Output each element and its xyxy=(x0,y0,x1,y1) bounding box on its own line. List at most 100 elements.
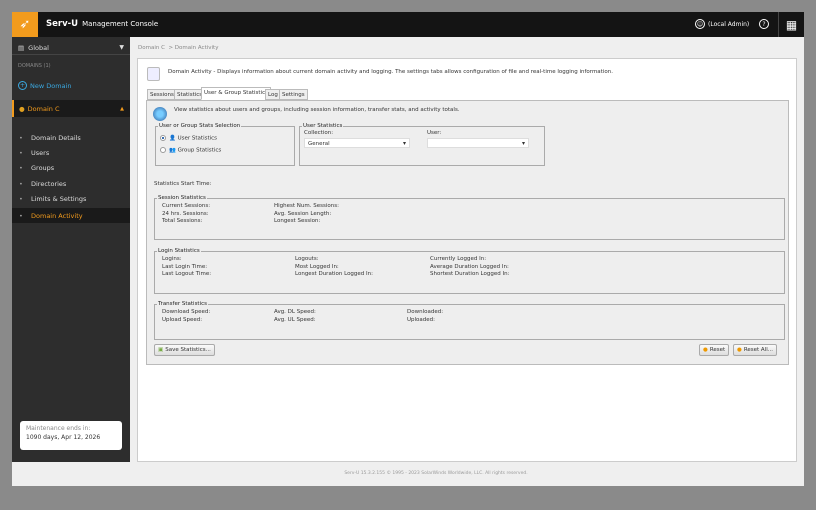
page-description: Domain Activity - Displays information a… xyxy=(168,69,613,75)
domain-c[interactable]: ● Domain C ▲ xyxy=(12,100,130,117)
user-icon: ☺ xyxy=(695,19,705,29)
stat-label: Longest Session: xyxy=(274,218,321,224)
sidebar: ▤ Global ▼ DOMAINS (1) + New Domain ● Domain… xyxy=(12,37,130,462)
content-panel: Domain Activity - Displays information a… xyxy=(137,58,797,462)
sidebar-item-limits[interactable]: Limits & Settings xyxy=(12,195,130,203)
login-stats-group: Login Statistics Logins: Last Login Time:… xyxy=(154,248,785,294)
user-label: User: xyxy=(427,130,442,136)
breadcrumb: Domain C > Domain Activity xyxy=(138,45,218,51)
header: ➶ Serv-U Management Console ☺ (Local Admin… xyxy=(12,12,804,37)
app-title: Serv-U Management Console xyxy=(46,19,158,29)
stat-label: Avg. Session Length: xyxy=(274,210,332,217)
user-stats-label: User Statistics xyxy=(177,135,218,142)
start-time-label: Statistics Start Time: xyxy=(154,181,212,187)
activity-page-icon xyxy=(147,67,160,81)
group-statistics-radio[interactable]: 👥 Group Statistics xyxy=(160,147,221,154)
stat-label: Upload Speed: xyxy=(162,316,203,323)
login-col-3: Currently Logged In: Average Duration Log… xyxy=(430,256,509,279)
stat-label: Longest Duration Logged In: xyxy=(295,271,373,277)
group-icon: 👥 xyxy=(169,147,176,154)
group-stats-label: Group Statistics xyxy=(177,147,222,154)
footer: Serv-U 15.3.2.155 © 1995 - 2023 SolarWin… xyxy=(344,471,528,476)
collection-select[interactable]: General xyxy=(304,138,410,148)
user-select[interactable] xyxy=(427,138,529,148)
domain-label: Domain C xyxy=(27,104,60,113)
tab-settings[interactable]: Settings xyxy=(279,89,308,100)
subtitle: Management Console xyxy=(82,20,159,28)
session-stats-group: Session Statistics Current Sessions: 24 h… xyxy=(154,195,785,240)
transfer-col-2: Avg. DL Speed: Avg. UL Speed: xyxy=(274,309,316,324)
login-col-1: Logins: Last Login Time: Last Logout Time: xyxy=(162,256,211,279)
help-icon[interactable]: ? xyxy=(759,19,769,29)
reset-all-label: Reset All... xyxy=(743,347,773,353)
transfer-col-1: Download Speed: Upload Speed: xyxy=(162,309,210,324)
tab-user-group-statistics[interactable]: User & Group Statistics xyxy=(201,87,271,100)
session-col-2: Highest Num. Sessions: Avg. Session Lengt… xyxy=(274,203,339,226)
users-globe-icon xyxy=(153,107,167,121)
reset-button[interactable]: ● Reset xyxy=(699,344,730,356)
brand: Serv-U xyxy=(46,19,79,29)
stat-label: Currently Logged In: xyxy=(430,256,487,262)
stat-label: Most Logged In: xyxy=(295,263,339,270)
transfer-col-3: Downloaded: Uploaded: xyxy=(407,309,443,324)
maintenance-label: Maintenance ends in: xyxy=(26,425,91,432)
plus-icon: + xyxy=(18,81,27,90)
session-col-1: Current Sessions: 24 hrs. Sessions: Total … xyxy=(162,203,210,226)
new-domain-link[interactable]: + New Domain xyxy=(12,81,130,90)
login-col-2: Logouts: Most Logged In: Longest Duration … xyxy=(295,256,373,279)
stat-label: Last Logout Time: xyxy=(162,271,212,277)
tab-content: View statistics about users and groups, … xyxy=(146,100,789,365)
sidebar-item-groups[interactable]: Groups xyxy=(12,164,130,172)
app-window: ➶ Serv-U Management Console ☺ (Local Admin… xyxy=(12,12,804,486)
stat-label: 24 hrs. Sessions: xyxy=(162,210,209,217)
domains-heading: DOMAINS (1) xyxy=(18,63,51,69)
selection-group: User or Group Stats Selection 👤 User Sta… xyxy=(155,123,295,166)
breadcrumb-parent[interactable]: Domain C xyxy=(138,45,165,51)
stat-label: Highest Num. Sessions: xyxy=(274,203,339,209)
breadcrumb-current: Domain Activity xyxy=(174,45,219,51)
tab-sessions[interactable]: Sessions xyxy=(147,89,177,100)
solarwinds-logo-icon[interactable]: ➶ xyxy=(12,12,38,37)
stat-label: Last Login Time: xyxy=(162,263,208,270)
reset-all-button[interactable]: ● Reset All... xyxy=(733,344,777,356)
selection-legend: User or Group Stats Selection xyxy=(158,123,242,129)
stat-label: Logins: xyxy=(162,256,182,262)
global-label: Global xyxy=(28,43,49,52)
stat-label: Shortest Duration Logged In: xyxy=(430,271,510,277)
user-menu[interactable]: ☺ (Local Admin) xyxy=(695,19,749,29)
sidebar-item-users[interactable]: Users xyxy=(12,149,130,157)
sidebar-item-directories[interactable]: Directories xyxy=(12,180,130,188)
login-legend: Login Statistics xyxy=(157,248,201,254)
stat-label: Total Sessions: xyxy=(162,218,203,224)
maintenance-value: 1090 days, Apr 12, 2026 xyxy=(26,434,101,441)
intro-text: View statistics about users and groups, … xyxy=(174,107,460,113)
collection-label: Collection: xyxy=(304,130,334,136)
radio-checked[interactable] xyxy=(160,135,166,141)
chevron-down-icon: ▼ xyxy=(119,44,124,51)
transfer-legend: Transfer Statistics xyxy=(157,301,209,307)
global-selector[interactable]: ▤ Global ▼ xyxy=(12,41,130,55)
stat-label: Current Sessions: xyxy=(162,203,211,209)
sidebar-item-domain-activity[interactable]: Domain Activity xyxy=(12,208,130,223)
chevron-up-icon: ▲ xyxy=(120,105,124,112)
user-icon: 👤 xyxy=(169,135,176,142)
stat-label: Uploaded: xyxy=(407,316,435,323)
radio-unchecked[interactable] xyxy=(160,147,166,153)
user-statistics-radio[interactable]: 👤 User Statistics xyxy=(160,135,217,142)
new-domain-label: New Domain xyxy=(30,81,72,90)
stat-label: Average Duration Logged In: xyxy=(430,263,509,270)
apps-grid-icon[interactable]: ▦ xyxy=(778,12,804,37)
reset-label: Reset xyxy=(709,347,726,353)
user-name: (Local Admin) xyxy=(708,20,750,28)
save-statistics-button[interactable]: ▣ Save Statistics... xyxy=(154,344,215,356)
server-icon: ▤ xyxy=(18,43,25,52)
stat-label: Avg. DL Speed: xyxy=(274,309,316,315)
transfer-stats-group: Transfer Statistics Download Speed: Uploa… xyxy=(154,301,785,340)
stat-label: Logouts: xyxy=(295,256,319,262)
reset-icon: ● xyxy=(703,347,708,353)
sidebar-item-domain-details[interactable]: Domain Details xyxy=(12,134,130,142)
domain-icon: ● xyxy=(19,104,25,113)
save-label: Save Statistics... xyxy=(165,347,211,353)
session-legend: Session Statistics xyxy=(157,195,207,201)
stat-label: Download Speed: xyxy=(162,309,211,315)
